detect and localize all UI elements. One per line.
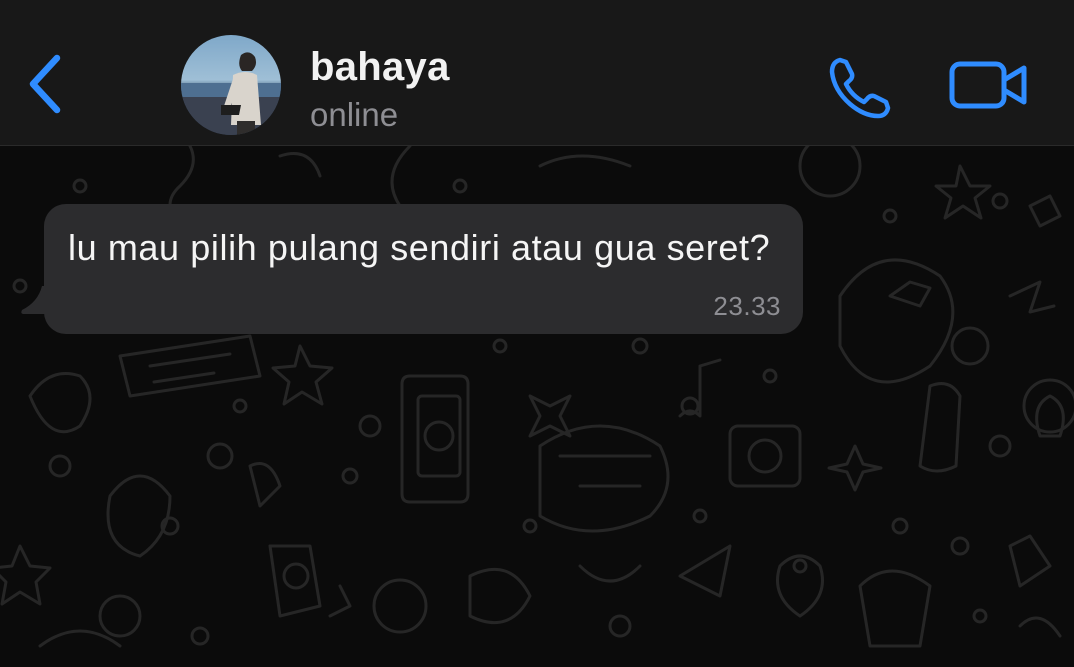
message-time: 23.33 <box>713 291 781 321</box>
video-call-button[interactable] <box>948 56 1030 116</box>
voice-call-button[interactable] <box>826 54 892 120</box>
contact-status: online <box>310 96 399 133</box>
message-text: lu mau pilih pulang sendiri atau gua ser… <box>68 227 771 268</box>
back-button[interactable] <box>18 50 72 118</box>
phone-icon <box>829 57 891 119</box>
chat-header: bahaya online <box>0 0 1074 146</box>
avatar[interactable] <box>181 35 281 135</box>
avatar-photo <box>181 35 281 135</box>
video-camera-icon <box>949 61 1027 109</box>
chevron-left-icon <box>29 54 61 114</box>
contact-name[interactable]: bahaya <box>310 42 450 92</box>
message-bubble[interactable]: lu mau pilih pulang sendiri atau gua ser… <box>44 204 803 334</box>
chat-screen: bahaya online lu mau pilih pulang sendir… <box>0 0 1074 667</box>
chat-area[interactable]: lu mau pilih pulang sendiri atau gua ser… <box>0 146 1074 667</box>
